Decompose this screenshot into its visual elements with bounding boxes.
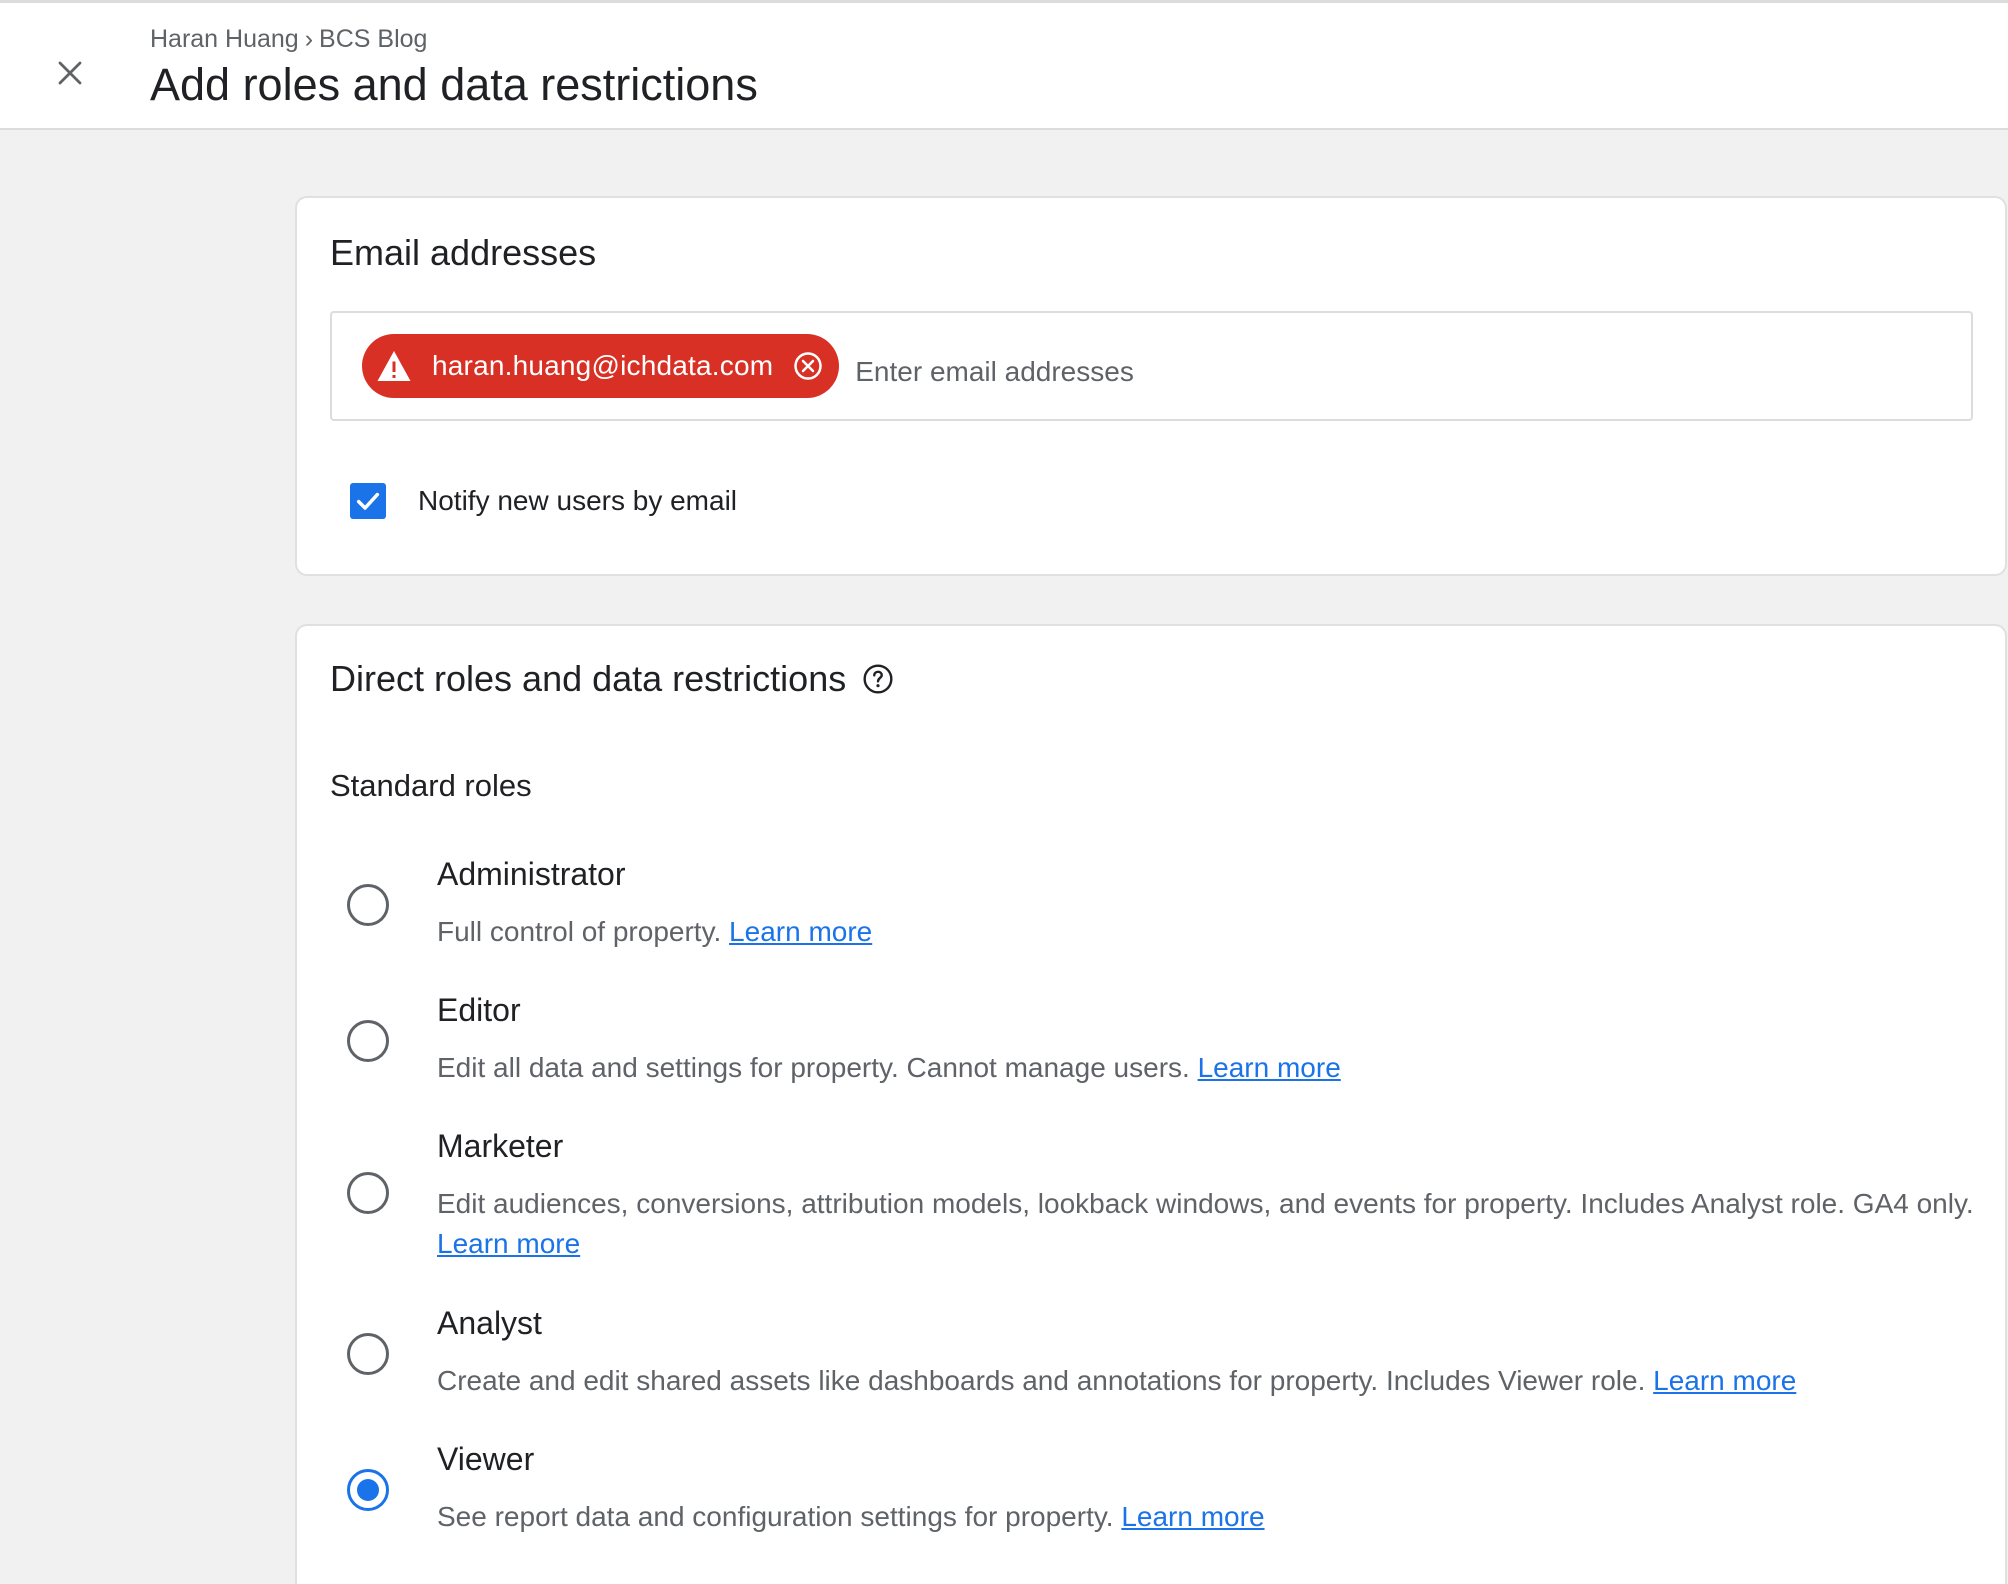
email-input-box[interactable]: haran.huang@ichdata.com (330, 311, 1973, 421)
chip-remove-button[interactable] (793, 351, 823, 381)
notify-users-checkbox-row[interactable]: Notify new users by email (350, 483, 737, 519)
role-name: Administrator (437, 856, 626, 892)
radio-administrator[interactable] (347, 884, 389, 926)
radio-editor[interactable] (347, 1020, 389, 1062)
email-card-title: Email addresses (330, 232, 597, 273)
role-name: Viewer (437, 1441, 535, 1477)
check-icon (356, 492, 380, 510)
role-description: Full control of property. Learn more (437, 912, 1997, 952)
role-desc-text: Edit all data and settings for property.… (437, 1052, 1190, 1083)
learn-more-link[interactable]: Learn more (729, 916, 872, 947)
role-name: Analyst (437, 1305, 542, 1341)
warning-icon (377, 351, 411, 381)
breadcrumb-property[interactable]: BCS Blog (319, 25, 427, 54)
role-description: See report data and configuration settin… (437, 1497, 1997, 1537)
learn-more-link[interactable]: Learn more (437, 1228, 580, 1259)
learn-more-link[interactable]: Learn more (1653, 1365, 1796, 1396)
breadcrumb-account[interactable]: Haran Huang (150, 25, 299, 54)
help-button[interactable] (862, 663, 894, 695)
role-name: Editor (437, 992, 521, 1028)
breadcrumb: Haran Huang › BCS Blog (150, 25, 427, 54)
roles-card-title-text: Direct roles and data restrictions (330, 658, 847, 699)
role-desc-text: Full control of property. (437, 916, 722, 947)
notify-checkbox[interactable] (350, 483, 386, 519)
help-icon (863, 664, 893, 694)
notify-label: Notify new users by email (418, 485, 738, 516)
roles-card: Direct roles and data restrictions Stand… (295, 624, 2007, 1584)
learn-more-link[interactable]: Learn more (1198, 1052, 1341, 1083)
role-desc-text: See report data and configuration settin… (437, 1501, 1114, 1532)
radio-analyst[interactable] (347, 1333, 389, 1375)
learn-more-link[interactable]: Learn more (1121, 1501, 1264, 1532)
role-description: Create and edit shared assets like dashb… (437, 1361, 1997, 1401)
page-header: Haran Huang › BCS Blog Add roles and dat… (0, 0, 2008, 130)
role-description: Edit audiences, conversions, attribution… (437, 1184, 1997, 1264)
radio-marketer[interactable] (347, 1172, 389, 1214)
radio-viewer[interactable] (347, 1469, 389, 1511)
roles-card-title: Direct roles and data restrictions (330, 658, 894, 700)
email-chip-text: haran.huang@ichdata.com (432, 350, 774, 381)
role-desc-text: Edit audiences, conversions, attribution… (437, 1188, 1974, 1219)
close-icon (58, 61, 82, 85)
role-desc-text: Create and edit shared assets like dashb… (437, 1365, 1646, 1396)
standard-roles-label: Standard roles (330, 768, 532, 803)
cancel-icon (794, 352, 822, 380)
role-name: Marketer (437, 1128, 564, 1164)
email-input[interactable] (855, 347, 1756, 397)
email-addresses-card: Email addresses haran.huang@ichdata.com (295, 196, 2007, 576)
close-button[interactable] (42, 45, 98, 101)
email-chip-error[interactable]: haran.huang@ichdata.com (362, 334, 840, 398)
page-title: Add roles and data restrictions (150, 59, 758, 110)
breadcrumb-separator: › (304, 25, 314, 53)
role-description: Edit all data and settings for property.… (437, 1048, 1997, 1088)
